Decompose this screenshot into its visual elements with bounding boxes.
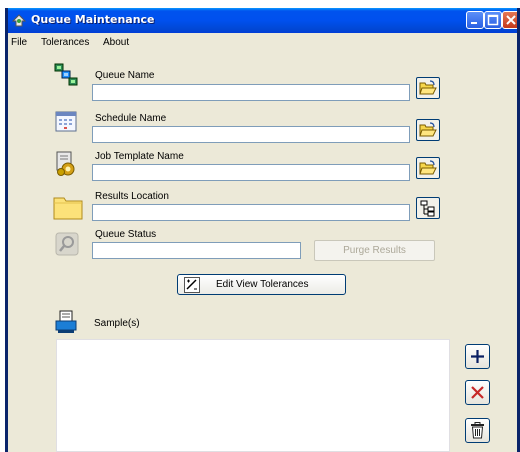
queue-status-label: Queue Status [95, 229, 157, 240]
results-location-input[interactable] [92, 204, 410, 221]
browse-schedule-button[interactable] [416, 119, 440, 141]
folder-icon [53, 194, 83, 223]
delete-sample-button[interactable] [465, 418, 490, 443]
close-icon [471, 386, 484, 399]
app-icon [11, 12, 27, 31]
minimize-button[interactable] [466, 11, 484, 29]
samples-list[interactable] [56, 339, 450, 452]
tree-icon [420, 200, 435, 217]
menu-about[interactable]: About [103, 37, 129, 48]
remove-sample-button[interactable] [465, 380, 490, 405]
menu-tolerances[interactable]: Tolerances [41, 37, 89, 48]
queue-name-input[interactable] [92, 84, 410, 101]
browse-results-location-button[interactable] [416, 197, 440, 219]
trash-icon [471, 422, 484, 439]
browse-queue-button[interactable] [416, 77, 440, 99]
edit-view-tolerances-button[interactable]: Edit View Tolerances [177, 274, 346, 295]
browse-job-template-button[interactable] [416, 157, 440, 179]
plus-icon [471, 350, 484, 363]
tolerance-icon [184, 277, 200, 296]
job-template-icon [55, 151, 77, 180]
close-button[interactable] [502, 11, 517, 29]
maximize-button[interactable] [484, 11, 502, 29]
open-folder-icon [419, 80, 437, 95]
queue-maintenance-window: Queue Maintenance File Tolerances About … [5, 8, 520, 452]
samples-label: Sample(s) [94, 318, 140, 329]
queue-icon [54, 63, 78, 90]
schedule-name-input[interactable] [92, 126, 410, 143]
queue-name-label: Queue Name [95, 70, 155, 81]
sample-icon [54, 310, 80, 337]
window-title: Queue Maintenance [31, 13, 155, 26]
title-bar[interactable]: Queue Maintenance [8, 8, 517, 33]
results-location-label: Results Location [95, 191, 169, 202]
open-folder-icon [419, 160, 437, 175]
schedule-name-label: Schedule Name [95, 113, 167, 124]
purge-results-button[interactable]: Purge Results [314, 240, 435, 261]
job-template-name-input[interactable] [92, 164, 410, 181]
edit-view-tolerances-label: Edit View Tolerances [216, 279, 309, 290]
open-folder-icon [419, 122, 437, 137]
add-sample-button[interactable] [465, 344, 490, 369]
calendar-icon [54, 109, 78, 136]
menu-bar: File Tolerances About [8, 33, 517, 51]
menu-file[interactable]: File [11, 37, 27, 48]
job-template-name-label: Job Template Name [95, 151, 184, 162]
queue-status-input [92, 242, 301, 259]
status-icon [55, 232, 79, 259]
